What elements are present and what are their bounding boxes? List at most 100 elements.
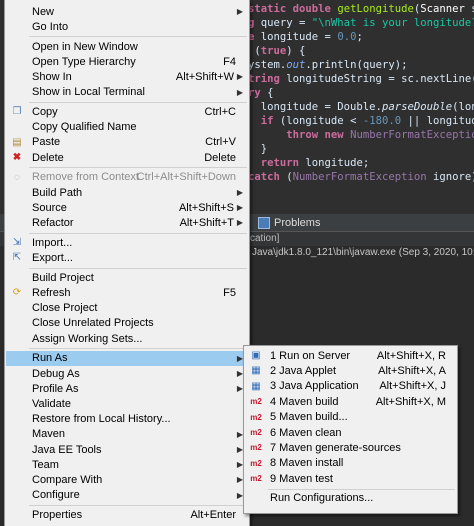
- menu-item-properties[interactable]: Properties Alt+Enter: [6, 507, 248, 522]
- maven-icon: m2: [250, 412, 262, 422]
- menu-item-label: Configure: [32, 489, 80, 502]
- code-line: tring longitudeString = sc.nextLine();: [248, 73, 474, 85]
- export-icon: ⇱: [12, 252, 22, 264]
- code-line: ystem.out.println(query);: [248, 59, 408, 71]
- menu-item-8-maven-install[interactable]: m2 8 Maven install: [245, 456, 456, 471]
- submenu-arrow-icon: ▶: [236, 72, 243, 82]
- run-as-submenu: ▣ 1 Run on Server Alt+Shift+X, R ▦ 2 Java Ap…: [243, 345, 458, 514]
- menu-item-7-maven-generate-sources[interactable]: m2 7 Maven generate-sources: [245, 440, 456, 455]
- menu-item-6-maven-clean[interactable]: m2 6 Maven clean: [245, 425, 456, 440]
- menu-item-build-path[interactable]: Build Path ▶: [6, 185, 248, 200]
- menu-item-1-run-on-server[interactable]: ▣ 1 Run on Server Alt+Shift+X, R: [245, 348, 456, 363]
- menu-item-validate[interactable]: Validate: [6, 396, 248, 411]
- submenu-arrow-icon: ▶: [236, 203, 243, 213]
- menu-item-label: Compare With: [32, 473, 103, 486]
- menu-item-9-maven-test[interactable]: m2 9 Maven test: [245, 471, 456, 486]
- menu-item-label: Build Path: [32, 186, 83, 199]
- menu-item-label: 7 Maven generate-sources: [270, 441, 401, 454]
- code-line: longitude = Double.parseDouble(longitu: [248, 101, 474, 113]
- maven-icon: m2: [250, 443, 262, 453]
- menu-item-refresh[interactable]: ⟳ Refresh F5: [6, 285, 248, 300]
- menu-item-shortcut: Alt+Shift+X, J: [379, 380, 446, 393]
- menu-item-paste[interactable]: ▤ Paste Ctrl+V: [6, 135, 248, 150]
- menu-item-label: Import...: [32, 236, 73, 249]
- menu-item-open-in-new-window[interactable]: Open in New Window: [6, 39, 248, 54]
- menu-item-copy-qualified-name[interactable]: Copy Qualified Name: [6, 120, 248, 135]
- code-line: catch (NumberFormatException ignore) {: [248, 171, 474, 183]
- menu-item-label: Properties: [32, 508, 83, 521]
- menu-item-label: New: [32, 5, 55, 18]
- menu-separator: [29, 101, 247, 103]
- menu-item-close-unrelated-projects[interactable]: Close Unrelated Projects: [6, 316, 248, 331]
- problems-icon: [258, 216, 270, 229]
- menu-item-label: Export...: [32, 251, 73, 264]
- menu-item-run-as[interactable]: Run As ▶: [6, 350, 248, 366]
- menu-item-show-in-local-terminal[interactable]: Show in Local Terminal ▶: [6, 85, 248, 100]
- server-icon: ▣: [251, 350, 261, 361]
- menu-item-java-ee-tools[interactable]: Java EE Tools ▶: [6, 442, 248, 457]
- menu-item-import[interactable]: ⇲ Import...: [6, 235, 248, 250]
- menu-item-new[interactable]: New ▶: [6, 4, 248, 19]
- menu-item-assign-working-sets[interactable]: Assign Working Sets...: [6, 331, 248, 346]
- menu-item-go-into[interactable]: Go Into: [6, 19, 248, 34]
- menu-item-export[interactable]: ⇱ Export...: [6, 250, 248, 265]
- menu-separator: [29, 36, 247, 38]
- menu-separator: [29, 232, 247, 234]
- menu-item-debug-as[interactable]: Debug As ▶: [6, 366, 248, 381]
- menu-item-shortcut: Alt+Shift+X, R: [376, 349, 446, 362]
- menu-item-shortcut: Ctrl+V: [205, 136, 236, 149]
- menu-item-restore-from-local-history[interactable]: Restore from Local History...: [6, 412, 248, 427]
- menu-separator: [29, 167, 247, 169]
- menu-item-open-type-hierarchy[interactable]: Open Type Hierarchy F4: [6, 54, 248, 69]
- code-line: ry {: [248, 87, 274, 99]
- menu-item-2-java-applet[interactable]: ▦ 2 Java Applet Alt+Shift+X, A: [245, 363, 456, 378]
- tab-problems[interactable]: Problems: [252, 214, 326, 231]
- menu-item-3-java-application[interactable]: ▦ 3 Java Application Alt+Shift+X, J: [245, 379, 456, 394]
- submenu-arrow-icon: ▶: [236, 87, 243, 97]
- submenu-arrow-icon: ▶: [236, 188, 243, 197]
- menu-item-shortcut: F4: [223, 55, 236, 68]
- menu-separator: [29, 267, 247, 269]
- menu-item-delete[interactable]: ✖ Delete Delete: [6, 150, 248, 165]
- menu-item-shortcut: Alt+Shift+T: [179, 216, 234, 229]
- menu-item-5-maven-build[interactable]: m2 5 Maven build...: [245, 410, 456, 425]
- menu-item-label: Restore from Local History...: [32, 413, 171, 426]
- menu-item-label: Source: [32, 201, 67, 214]
- maven-icon: m2: [250, 458, 262, 468]
- menu-item-label: Close Project: [32, 302, 98, 315]
- menu-item-profile-as[interactable]: Profile As ▶: [6, 381, 248, 396]
- menu-item-maven[interactable]: Maven ▶: [6, 427, 248, 442]
- paste-icon: ▤: [12, 136, 22, 148]
- menu-item-label: Validate: [32, 397, 71, 410]
- menu-item-label: Remove from Context: [32, 171, 139, 184]
- code-line: if (longitude < -180.0 || longitude >: [260, 115, 474, 127]
- menu-item-close-project[interactable]: Close Project: [6, 301, 248, 316]
- menu-item-remove-from-context: ◌ Remove from Context Ctrl+Alt+Shift+Down: [6, 170, 248, 185]
- menu-item-label: Close Unrelated Projects: [32, 317, 154, 330]
- menu-item-build-project[interactable]: Build Project: [6, 270, 248, 285]
- console-launch-path: Java\jdk1.8.0_121\bin\javaw.exe (Sep 3, …: [252, 247, 474, 258]
- launch-label: cation]: [250, 233, 280, 244]
- menu-item-label: Run As: [32, 352, 68, 365]
- menu-item-team[interactable]: Team ▶: [6, 457, 248, 472]
- menu-item-refactor[interactable]: Refactor Alt+Shift+T ▶: [6, 215, 248, 230]
- menu-item-run-configurations[interactable]: Run Configurations...: [245, 491, 456, 506]
- menu-item-copy[interactable]: ❐ Copy Ctrl+C: [6, 104, 248, 119]
- menu-item-shortcut: Ctrl+Alt+Shift+Down: [136, 171, 236, 184]
- menu-item-label: Open in New Window: [32, 40, 138, 53]
- menu-item-label: 8 Maven install: [270, 457, 344, 470]
- menu-item-4-maven-build[interactable]: m2 4 Maven build Alt+Shift+X, M: [245, 394, 456, 409]
- menu-item-label: 2 Java Applet: [270, 364, 337, 377]
- maven-icon: m2: [250, 474, 262, 484]
- refresh-icon: ⟳: [12, 287, 22, 299]
- menu-item-label: Delete: [32, 151, 64, 164]
- menu-item-label: Refresh: [32, 286, 71, 299]
- menu-item-label: 5 Maven build...: [270, 411, 348, 424]
- menu-item-label: 1 Run on Server: [270, 349, 351, 362]
- maven-icon: m2: [250, 428, 262, 437]
- menu-item-compare-with[interactable]: Compare With ▶: [6, 472, 248, 487]
- code-line: e longitude = 0.0;: [248, 31, 363, 43]
- menu-item-source[interactable]: Source Alt+Shift+S ▶: [6, 200, 248, 215]
- menu-item-show-in[interactable]: Show In Alt+Shift+W ▶: [6, 69, 248, 84]
- menu-item-configure[interactable]: Configure ▶: [6, 488, 248, 503]
